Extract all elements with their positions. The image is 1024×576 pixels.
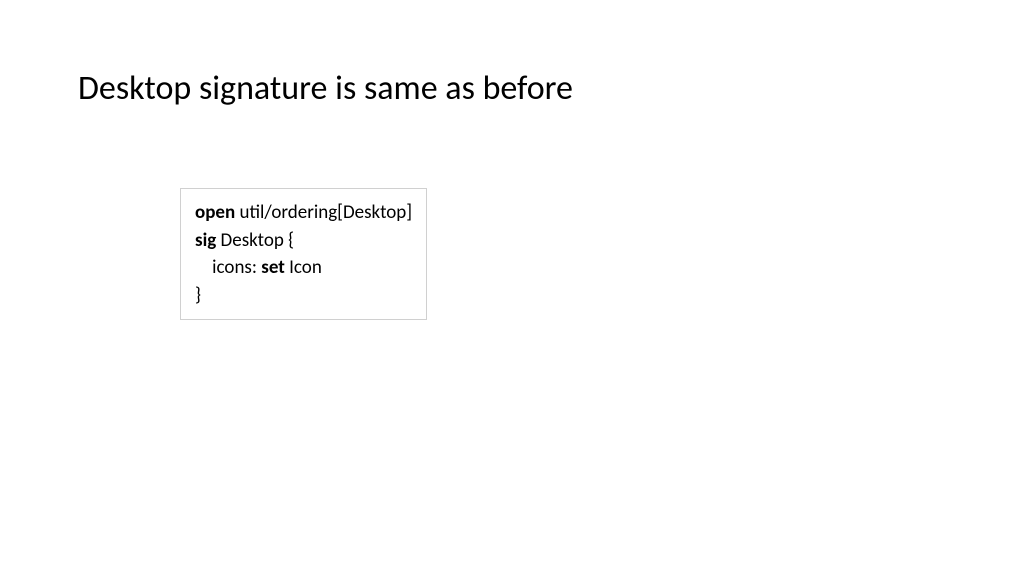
keyword-set: set (261, 256, 285, 279)
code-line-4: } (195, 282, 412, 310)
code-line-2: sig Desktop { (195, 227, 412, 255)
keyword-sig: sig (195, 229, 216, 252)
code-text: Icon (285, 256, 322, 279)
code-line-1: open util/ordering[Desktop] (195, 199, 412, 227)
keyword-open: open (195, 201, 235, 224)
slide-title: Desktop signature is same as before (78, 68, 573, 109)
code-text: Desktop { (216, 229, 294, 252)
code-line-3: icons: set Icon (195, 254, 412, 282)
code-indent: icons: (195, 256, 261, 279)
code-box: open util/ordering[Desktop] sig Desktop … (180, 188, 427, 320)
code-text: util/ordering[Desktop] (235, 201, 412, 224)
